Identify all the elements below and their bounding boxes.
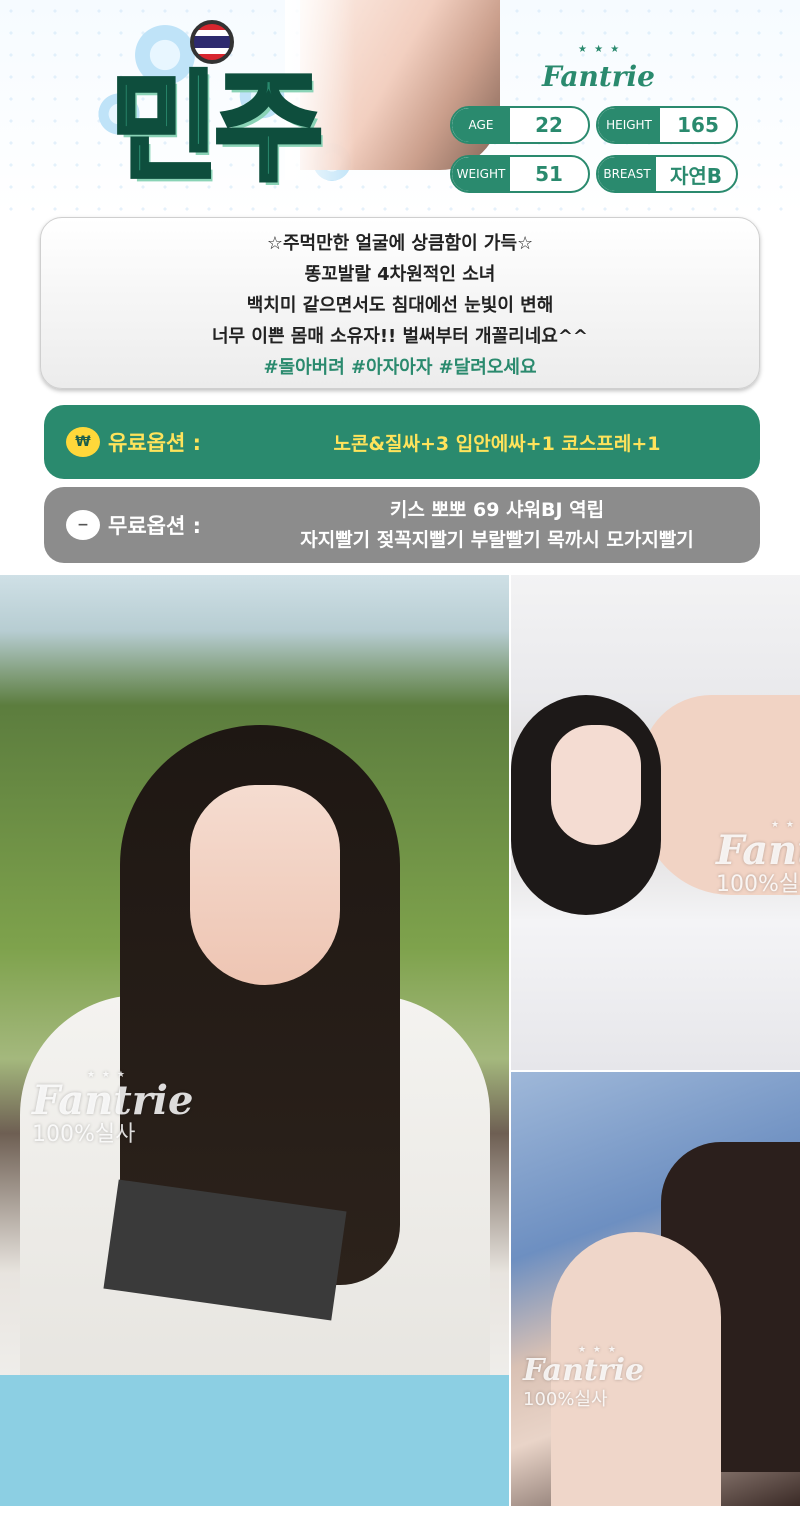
age-stat: AGE 22 <box>450 106 590 144</box>
paid-options-bar: ₩ 유료옵션 : 노콘&질싸+3 입안에싸+1 코스프레+1 <box>44 405 760 479</box>
free-options-text: 키스 뽀뽀 69 샤워BJ 역립 자지빨기 젖꼭지빨기 부랄빨기 목까시 모가지… <box>254 495 740 555</box>
watermark: ★ ★ ★ Fantrie 100%실사 <box>716 820 800 898</box>
free-options-line: 자지빨기 젖꼭지빨기 부랄빨기 목까시 모가지빨기 <box>300 529 694 551</box>
weight-value: 51 <box>535 162 563 186</box>
weight-label: WEIGHT <box>452 157 510 191</box>
profile-header: 민주 ★ ★ ★ Fantrie AGE 22 HEIGHT 165 WEIGH… <box>0 0 800 215</box>
height-value: 165 <box>677 113 719 137</box>
breast-label: BREAST <box>598 157 656 191</box>
paid-options-text: 노콘&질싸+3 입안에싸+1 코스프레+1 <box>333 432 661 455</box>
height-stat: HEIGHT 165 <box>596 106 738 144</box>
free-options-label: 무료옵션 : <box>108 514 201 538</box>
intro-line: ☆주먹만한 얼굴에 상큼함이 가득☆ <box>266 233 534 254</box>
brand-stars-icon: ★ ★ ★ <box>578 44 622 55</box>
age-label: AGE <box>452 108 510 142</box>
intro-card: ☆주먹만한 얼굴에 상큼함이 가득☆ 똥꼬발랄 4차원적인 소녀 백치미 같으면… <box>40 217 760 389</box>
won-coin-icon: ₩ <box>66 427 100 457</box>
intro-line: 똥꼬발랄 4차원적인 소녀 <box>304 264 496 285</box>
watermark: ★ ★ ★ Fantrie 100%실사 <box>32 1070 193 1148</box>
side-photo-bottom: ★ ★ ★ Fantrie 100%실사 <box>511 1072 800 1506</box>
age-value: 22 <box>535 113 563 137</box>
watermark-brand: Fantrie <box>32 1077 194 1124</box>
watermark-brand: Fantrie <box>523 1353 645 1388</box>
photo-shape <box>190 785 340 985</box>
breast-stat: BREAST 자연B <box>596 155 738 193</box>
watermark: ★ ★ ★ Fantrie 100%실사 <box>523 1345 644 1413</box>
weight-stat: WEIGHT 51 <box>450 155 590 193</box>
watermark-sub: 100%실사 <box>716 872 800 897</box>
breast-value: 자연B <box>669 163 723 188</box>
paid-options-label: 유료옵션 : <box>108 431 201 455</box>
watermark-sub: 100%실사 <box>32 1122 136 1147</box>
height-label: HEIGHT <box>598 108 660 142</box>
intro-hashtags: #돌아버려 #아자아자 #달려오세요 <box>263 357 537 378</box>
intro-line: 너무 이쁜 몸매 소유자!! 벌써부터 개꼴리네요^^ <box>212 326 588 347</box>
main-photo: ★ ★ ★ Fantrie 100%실사 <box>0 575 509 1506</box>
profile-name: 민주 <box>107 57 325 200</box>
minus-circle-icon: − <box>66 510 100 540</box>
side-photo-top: ★ ★ ★ Fantrie 100%실사 <box>511 575 800 1070</box>
free-options-line: 키스 뽀뽀 69 샤워BJ 역립 <box>389 499 605 521</box>
photo-shape <box>0 1375 509 1506</box>
watermark-sub: 100%실사 <box>523 1389 608 1410</box>
brand-logo: Fantrie <box>542 60 655 93</box>
photo-shape <box>551 725 641 845</box>
watermark-brand: Fantrie <box>716 827 800 874</box>
intro-line: 백치미 같으면서도 침대에선 눈빛이 변해 <box>246 295 554 316</box>
free-options-bar: − 무료옵션 : 키스 뽀뽀 69 샤워BJ 역립 자지빨기 젖꼭지빨기 부랄빨… <box>44 487 760 563</box>
